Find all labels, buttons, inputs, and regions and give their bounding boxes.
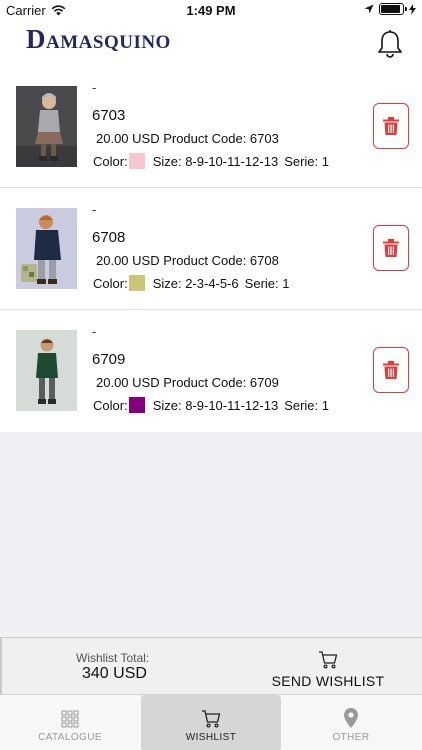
serie-label: Serie: 1 [284,397,329,413]
list-item: - 6703 20.00 USD Product Code: 6703 Colo… [0,66,422,188]
item-dash: - [92,202,97,217]
wishlist-total-bar: Wishlist Total: 340 USD SEND WISHLIST [0,637,422,694]
product-image [16,330,77,411]
color-label: Color: [93,275,128,291]
serie-label: Serie: 1 [244,275,290,291]
status-right-group [364,3,416,15]
item-dash: - [92,324,97,339]
item-dash: - [92,80,97,95]
tab-catalogue-label: CATALOGUE [38,732,102,743]
send-wishlist-label: SEND WISHLIST [271,673,385,689]
list-item: - 6708 20.00 USD Product Code: 6708 Colo… [0,188,422,310]
cart-icon [202,710,221,728]
item-meta: Color: Size: 8-9-10-11-12-13 Serie: 1 [93,397,329,413]
size-label: Size: 8-9-10-11-12-13 [152,153,279,169]
size-label: Size: 8-9-10-11-12-13 [152,397,279,413]
app-header: Damasquino [0,22,422,66]
trash-icon [383,361,399,379]
item-meta: Color: Size: 8-9-10-11-12-13 Serie: 1 [93,153,329,169]
item-meta: Color: Size: 2-3-4-5-6 Serie: 1 [93,275,289,291]
send-wishlist-button[interactable]: SEND WISHLIST [232,638,422,695]
status-bar: Carrier 1:49 PM [0,0,422,22]
color-swatch [128,397,145,413]
color-swatch [128,275,145,291]
color-label: Color: [93,153,128,169]
wishlist-total-label: Wishlist Total: [76,651,150,665]
tab-other-label: OTHER [332,732,370,743]
color-label: Color: [93,397,128,413]
serie-label: Serie: 1 [284,153,329,169]
tab-wishlist-label: WISHLIST [185,732,237,743]
product-code-title: 6708 [92,229,126,246]
location-arrow-icon [364,4,374,14]
location-pin-icon [344,708,358,728]
delete-button[interactable] [373,103,409,149]
delete-button[interactable] [373,347,409,393]
product-code-title: 6703 [92,107,126,124]
wishlist-total-value: 340 USD [82,665,147,682]
tab-catalogue[interactable]: CATALOGUE [0,695,140,750]
cart-icon [319,651,338,669]
trash-icon [383,239,399,257]
size-label: Size: 2-3-4-5-6 [152,275,239,291]
price-line: 20.00 USD Product Code: 6703 [96,131,279,146]
tab-other[interactable]: OTHER [281,695,421,750]
battery-icon [379,3,407,15]
price-line: 20.00 USD Product Code: 6709 [96,375,279,390]
trash-icon [383,117,399,135]
product-image [16,86,77,167]
product-image [16,208,77,289]
tab-wishlist[interactable]: WISHLIST [141,695,281,750]
brand-logo: Damasquino [26,24,171,54]
list-item: - 6709 20.00 USD Product Code: 6709 Colo… [0,310,422,432]
product-code-title: 6709 [92,351,126,368]
status-time: 1:49 PM [186,3,236,18]
grid-icon [61,710,79,728]
battery-fill [381,5,400,13]
charging-bolt-icon [409,3,416,15]
wishlist-list: - 6703 20.00 USD Product Code: 6703 Colo… [0,66,422,432]
price-line: 20.00 USD Product Code: 6708 [96,253,279,268]
color-swatch [128,153,145,169]
bell-icon[interactable] [376,29,404,59]
delete-button[interactable] [373,225,409,271]
tab-bar: CATALOGUE WISHLIST OTHER [0,694,422,750]
